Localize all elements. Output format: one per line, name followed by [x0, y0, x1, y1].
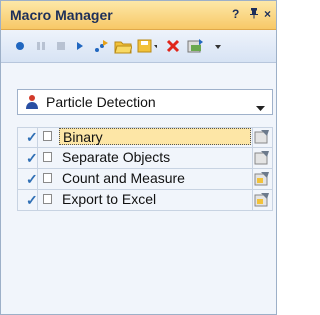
overflow-chevron-icon[interactable]	[208, 36, 228, 56]
list-item[interactable]: ✓ Export to Excel	[17, 190, 273, 210]
help-icon[interactable]: ?	[232, 7, 239, 21]
macro-manager-panel: Macro Manager ? × Particle Detection ✓ B…	[0, 0, 277, 315]
checkbox[interactable]	[43, 152, 52, 162]
edit-macro-icon[interactable]	[253, 128, 271, 145]
enabled-check-icon[interactable]: ✓	[26, 192, 38, 209]
enabled-check-icon[interactable]: ✓	[26, 129, 38, 146]
checkbox[interactable]	[43, 131, 52, 141]
toolbar	[1, 30, 276, 63]
play-icon[interactable]	[70, 36, 90, 56]
record-icon[interactable]	[10, 36, 30, 56]
delete-icon[interactable]	[163, 36, 183, 56]
chevron-down-icon[interactable]	[256, 99, 265, 117]
list-item[interactable]: ✓ Separate Objects	[17, 148, 273, 168]
edit-macro-icon[interactable]	[253, 149, 271, 166]
macro-name[interactable]: Separate Objects	[59, 149, 251, 166]
dropdown-value: Particle Detection	[46, 94, 156, 110]
macro-name[interactable]: Export to Excel	[59, 191, 251, 208]
stop-icon[interactable]	[51, 36, 71, 56]
checkbox[interactable]	[43, 194, 52, 204]
macro-name[interactable]: Binary	[59, 128, 251, 145]
checkbox[interactable]	[43, 173, 52, 183]
macro-name[interactable]: Count and Measure	[59, 170, 251, 187]
run-step-icon[interactable]	[91, 36, 111, 56]
enabled-check-icon[interactable]: ✓	[26, 171, 38, 188]
edit-macro-icon[interactable]	[253, 170, 271, 187]
macro-set-dropdown[interactable]: Particle Detection	[17, 89, 273, 115]
export-icon[interactable]	[185, 36, 205, 56]
panel-title: Macro Manager	[10, 7, 113, 23]
edit-macro-icon[interactable]	[253, 191, 271, 208]
title-bar[interactable]: Macro Manager ? ×	[1, 1, 276, 30]
enabled-check-icon[interactable]: ✓	[26, 150, 38, 167]
macro-icon	[25, 94, 39, 115]
pause-icon[interactable]	[31, 36, 51, 56]
open-folder-icon[interactable]	[113, 36, 133, 56]
pin-icon[interactable]	[249, 7, 259, 22]
list-item[interactable]: ✓ Binary	[17, 127, 273, 147]
save-dropdown-icon[interactable]	[137, 36, 157, 56]
close-icon[interactable]: ×	[264, 7, 271, 21]
list-item[interactable]: ✓ Count and Measure	[17, 169, 273, 189]
